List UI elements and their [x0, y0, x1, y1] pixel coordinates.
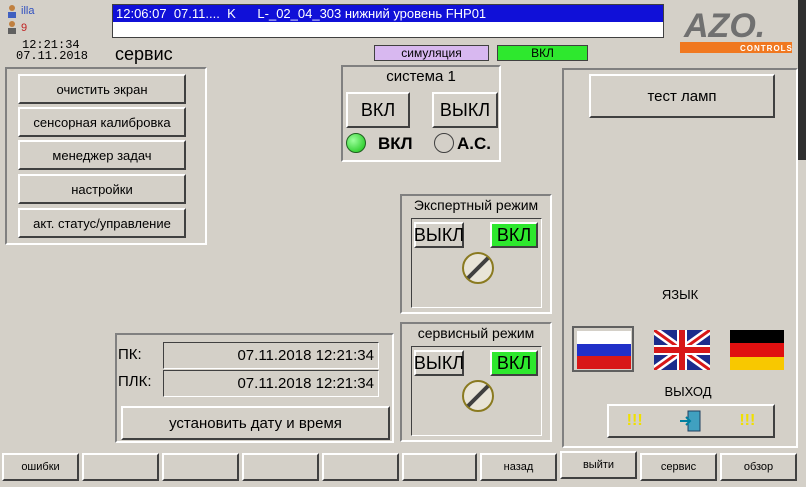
flag-english[interactable]: [651, 326, 713, 374]
edge-strip: [798, 0, 806, 160]
system1-off-button[interactable]: ВЫКЛ: [432, 92, 498, 128]
clock-date: 07.11.2018: [16, 49, 89, 63]
exit-label: ВЫХОД: [664, 384, 712, 399]
system1-status-ac: А.С.: [457, 134, 491, 153]
back-button[interactable]: назад: [480, 453, 557, 481]
simulation-indicator: симуляция: [374, 45, 489, 61]
plc-datetime-value: 07.11.2018 12:21:34: [163, 370, 379, 397]
alarm-list[interactable]: 12:06:07 07.11.... K L-_02_04_303 нижний…: [112, 4, 664, 38]
svg-text:AZO.: AZO.: [683, 7, 765, 45]
set-datetime-button[interactable]: установить дату и время: [121, 406, 390, 440]
user-level-icon: [6, 20, 18, 34]
flag-russian[interactable]: [572, 326, 634, 372]
empty-button-3[interactable]: [242, 453, 319, 481]
azo-logo: AZO. CONTROLS: [680, 4, 792, 56]
user-name: illa: [21, 5, 35, 17]
svg-text:CONTROLS: CONTROLS: [740, 44, 792, 53]
task-manager-button[interactable]: менеджер задач: [18, 140, 186, 170]
service-mode-off-button[interactable]: ВЫКЛ: [414, 350, 464, 376]
service-key-switch-icon[interactable]: [460, 378, 496, 414]
system1-on-lamp: [346, 133, 366, 153]
lamp-test-button[interactable]: тест ламп: [589, 74, 775, 118]
expert-mode-on-button[interactable]: ВКЛ: [490, 222, 538, 248]
empty-button-4[interactable]: [322, 453, 399, 481]
alarm-row[interactable]: 12:06:07 07.11.... K L-_02_04_303 нижний…: [113, 5, 663, 22]
pc-datetime-value: 07.11.2018 12:21:34: [163, 342, 379, 369]
mode-on-indicator: ВКЛ: [497, 45, 588, 61]
service-button[interactable]: сервис: [640, 453, 717, 481]
system1-ac-lamp: [434, 133, 454, 153]
expert-key-switch-icon[interactable]: [460, 250, 496, 286]
screen-title: сервис: [115, 44, 173, 64]
system1-title: система 1: [386, 68, 456, 85]
system1-on-button[interactable]: ВКЛ: [346, 92, 410, 128]
errors-button[interactable]: ошибки: [2, 453, 79, 481]
service-mode-title: сервисный режим: [417, 325, 535, 341]
clear-screen-button[interactable]: очистить экран: [18, 74, 186, 104]
overview-button[interactable]: обзор: [720, 453, 797, 481]
logout-button[interactable]: выйти: [560, 451, 637, 479]
exit-warning-right: !!!: [739, 412, 756, 429]
plc-label: ПЛК:: [118, 373, 152, 390]
empty-button-1[interactable]: [82, 453, 159, 481]
system1-status-on: ВКЛ: [378, 134, 413, 153]
expert-mode-off-button[interactable]: ВЫКЛ: [414, 222, 464, 248]
language-label: ЯЗЫК: [661, 287, 699, 302]
service-mode-on-button[interactable]: ВКЛ: [490, 350, 538, 376]
expert-mode-title: Экспертный режим: [413, 197, 539, 213]
pc-label: ПК:: [118, 346, 142, 363]
user-icon: [6, 4, 18, 18]
flag-german[interactable]: [730, 330, 784, 370]
user-level: 9: [21, 22, 28, 34]
top-bar: illa 9 12:21:34 07.11.2018 сервис 12:06:…: [0, 0, 806, 160]
empty-button-2[interactable]: [162, 453, 239, 481]
exit-button[interactable]: !!! !!!: [607, 404, 775, 438]
exit-warning-left: !!!: [626, 412, 643, 429]
exit-door-icon: [678, 409, 704, 433]
settings-button[interactable]: настройки: [18, 174, 186, 204]
actual-status-button[interactable]: акт. статус/управление: [18, 208, 186, 238]
touch-calibration-button[interactable]: сенсорная калибровка: [18, 107, 186, 137]
empty-button-5[interactable]: [402, 453, 477, 481]
